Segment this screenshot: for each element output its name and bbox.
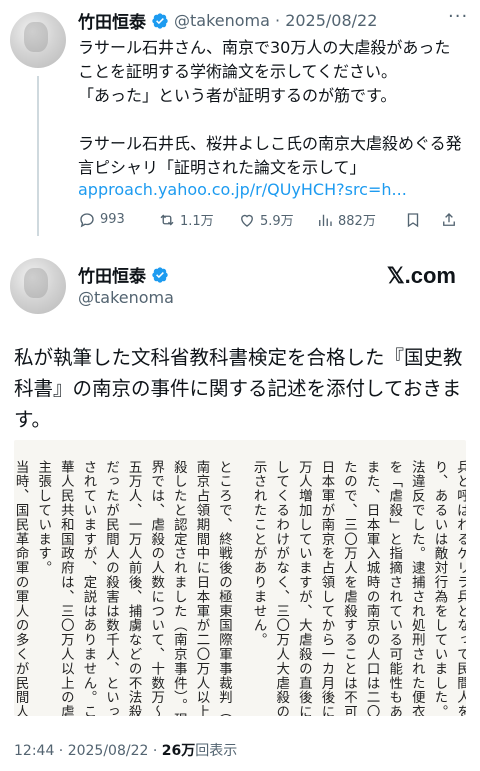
textbook-column: 万人増加していますが、大虐殺の直後に五万人 xyxy=(295,460,311,716)
retweet-button[interactable]: 1.1万 xyxy=(158,210,238,229)
more-options-icon[interactable]: ··· xyxy=(448,6,468,27)
tweet2-text: 私が執筆した文科省教科書検定を合格した『国史教科書』の南京の事件に関する記述を添… xyxy=(14,346,463,431)
x-com-logo: 𝕏.com xyxy=(386,263,456,288)
textbook-column: 華人民共和国政府は、三〇万人以上の虐殺があっ xyxy=(57,460,73,716)
textbook-column: 法違反でした。逮捕され処刑された便衣兵も多く xyxy=(408,460,424,716)
quote-title: ラサール石井氏、桜井よしこ氏の南京大虐殺めぐる発言ピシャリ「証明された論文を示し… xyxy=(78,134,462,177)
textbook-column: 殺したと認定されました（南京事件）。現在の日本 xyxy=(170,460,186,716)
bookmark-icon xyxy=(407,212,419,227)
retweet-icon xyxy=(160,214,174,225)
textbook-column: を「虐殺」と指摘されている可能性もあります xyxy=(386,460,402,716)
textbook-column: 兵と呼ばれるゲリラ兵となって民間人を人質に xyxy=(454,460,466,716)
tweet1-text: ラサール石井さん、南京で30万人の大虐殺があったことを証明する学術論文を示してく… xyxy=(78,38,451,105)
textbook-column: だったが民間人の殺害は数千人、といった学説 xyxy=(103,460,118,716)
article-link[interactable]: approach.yahoo.co.jp/r/QUyHCH?src=h... xyxy=(78,180,407,199)
timestamp: 12:44 · 2025/08/22 · xyxy=(14,743,162,759)
view-count: 26万 xyxy=(161,743,196,759)
avatar[interactable] xyxy=(10,12,66,68)
reply-icon xyxy=(80,212,94,227)
textbook-column: 主張しています。 xyxy=(35,460,51,576)
handle: @takenoma xyxy=(78,288,174,307)
tweet1-actions: 993 1.1万 5.9万 882万 xyxy=(78,210,470,229)
retweet-count: 1.1万 xyxy=(180,214,214,229)
views-button[interactable]: 882万 xyxy=(316,210,404,229)
textbook-column: 日本軍が南京を占領してから一カ月後には人口 xyxy=(318,460,334,716)
view-label: 回表示 xyxy=(195,743,238,759)
verified-badge-icon xyxy=(152,12,168,29)
author-name[interactable]: 竹田恒泰 xyxy=(78,262,146,287)
thread-line xyxy=(37,76,39,236)
textbook-column: また、日本軍入城時の南京の人口は二〇万人程度 xyxy=(363,460,379,716)
bookmark-button[interactable] xyxy=(404,211,440,229)
share-button[interactable] xyxy=(440,211,464,229)
handle-date: @takenoma · 2025/08/22 xyxy=(174,11,378,30)
textbook-column: 示されたことがありません。 xyxy=(250,460,266,648)
tweet2-header: 竹田恒泰 xyxy=(78,262,169,287)
textbook-column: してくるわけがなく、三〇万人大虐殺の根拠は xyxy=(273,460,289,716)
textbook-column: たので、三〇万人を虐殺することは不可能です。 xyxy=(341,460,356,716)
textbook-column: 界では、虐殺の人数について、十数万〜二〇万人 xyxy=(148,460,164,716)
views-count: 882万 xyxy=(338,214,376,229)
author-name[interactable]: 竹田恒泰 xyxy=(78,8,146,33)
avatar[interactable] xyxy=(10,258,66,314)
textbook-column: 当時、国民革命軍の軍人の多くが民間人に扮し xyxy=(14,460,28,716)
textbook-column: されていますが、定説はありません。これに対し xyxy=(80,460,96,716)
reply-count: 993 xyxy=(100,212,125,227)
like-count: 5.9万 xyxy=(260,214,294,229)
verified-badge-icon xyxy=(152,266,168,283)
tweet1-header: 竹田恒泰 @takenoma · 2025/08/22 xyxy=(78,8,377,33)
textbook-column: ところで、終戦後の極東国際軍事裁判（東京裁判 xyxy=(216,460,231,716)
attached-textbook-image[interactable]: 兵と呼ばれるゲリラ兵となって民間人を人質にり、あるいは敵対行為をしていました。こ… xyxy=(14,440,466,716)
textbook-column: 南京占領期間中に日本軍が二〇万人以上の住民 xyxy=(193,460,209,716)
views-chart-icon xyxy=(319,214,332,226)
textbook-column: り、あるいは敵対行為をしていました。これは xyxy=(431,460,447,716)
heart-icon xyxy=(241,214,253,227)
share-icon xyxy=(443,212,455,226)
tweet-footer: 12:44 · 2025/08/22 · 26万回表示 xyxy=(14,740,237,760)
textbook-column: 五万人、一万人前後、捕虜などの不法殺害は一万 xyxy=(125,460,141,716)
like-button[interactable]: 5.9万 xyxy=(238,210,316,229)
reply-button[interactable]: 993 xyxy=(78,211,158,229)
